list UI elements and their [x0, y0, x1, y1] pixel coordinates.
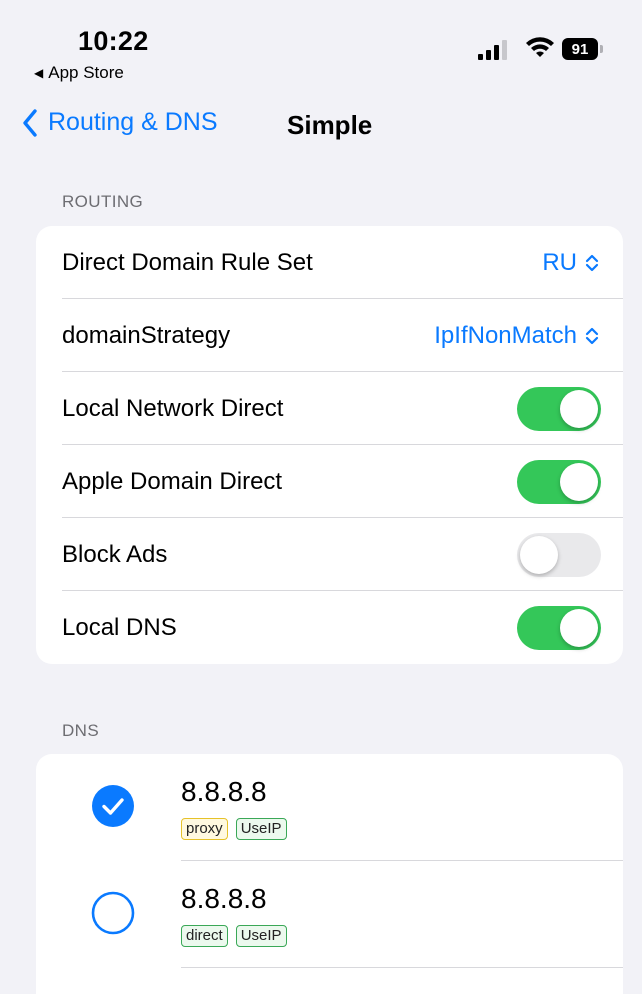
- apple-domain-direct-toggle[interactable]: [517, 460, 601, 504]
- row-label: Local DNS: [62, 613, 177, 641]
- routing-card: Direct Domain Rule Set RU domainStrategy…: [36, 226, 623, 664]
- dns-tags: proxy UseIP: [181, 818, 287, 840]
- page-title: Simple: [287, 110, 373, 140]
- back-button[interactable]: Routing & DNS: [22, 108, 218, 137]
- picker-value: IpIfNonMatch: [434, 321, 577, 349]
- back-to-app-link[interactable]: ◀ App Store: [34, 63, 124, 83]
- direct-domain-rule-set-picker[interactable]: RU: [542, 226, 599, 299]
- row-label: domainStrategy: [62, 321, 231, 349]
- checkmark-circle-filled-icon[interactable]: [91, 784, 135, 828]
- toggle-knob: [560, 390, 598, 428]
- toggle-knob: [520, 536, 558, 574]
- dns-tags: direct UseIP: [181, 925, 287, 947]
- navigation-bar: Routing & DNS Simple: [0, 100, 642, 152]
- dns-address: 8.8.8.8: [181, 776, 267, 807]
- dns-address: 8.8.8.8: [181, 883, 267, 914]
- toggle-knob: [560, 609, 598, 647]
- status-time: 10:22: [78, 26, 149, 56]
- block-ads-toggle[interactable]: [517, 533, 601, 577]
- row-label: Apple Domain Direct: [62, 467, 283, 495]
- dns-server-row[interactable]: 8.8.8.8 proxy UseIP: [36, 754, 623, 861]
- back-triangle-icon: ◀: [34, 66, 44, 80]
- apple-domain-direct-row: Apple Domain Direct: [36, 445, 623, 518]
- chevron-up-down-icon: [585, 327, 599, 344]
- dns-card: 8.8.8.8 proxy UseIP 8.8.8.8 direct UseIP: [36, 754, 623, 994]
- chevron-up-down-icon: [585, 254, 599, 271]
- block-ads-row: Block Ads: [36, 518, 623, 591]
- dns-tag: direct: [181, 925, 228, 947]
- domain-strategy-picker[interactable]: IpIfNonMatch: [434, 299, 599, 372]
- row-divider: [181, 967, 623, 968]
- toggle-knob: [560, 463, 598, 501]
- dns-tag: UseIP: [235, 818, 287, 840]
- dns-section-header: DNS: [62, 721, 100, 740]
- back-button-label: Routing & DNS: [48, 108, 218, 136]
- picker-value: RU: [542, 248, 577, 276]
- chevron-left-icon: [23, 108, 37, 137]
- local-network-direct-row: Local Network Direct: [36, 372, 623, 445]
- battery-icon: 91: [562, 38, 598, 60]
- local-dns-row: Local DNS: [36, 591, 623, 664]
- battery-tip: [600, 45, 603, 53]
- routing-section-header: ROUTING: [62, 192, 144, 211]
- local-dns-toggle[interactable]: [517, 606, 601, 650]
- local-network-direct-toggle[interactable]: [517, 387, 601, 431]
- dns-tag: UseIP: [235, 925, 287, 947]
- cellular-signal-icon: [478, 38, 507, 60]
- direct-domain-rule-set-row[interactable]: Direct Domain Rule Set RU: [36, 226, 623, 299]
- row-label: Block Ads: [62, 540, 168, 568]
- back-app-label: App Store: [48, 63, 124, 82]
- dns-tag: proxy: [181, 818, 228, 840]
- wifi-icon: [526, 37, 554, 57]
- status-bar: 10:22 ◀ App Store 91: [0, 0, 642, 90]
- domain-strategy-row[interactable]: domainStrategy IpIfNonMatch: [36, 299, 623, 372]
- row-label: Direct Domain Rule Set: [62, 248, 313, 276]
- dns-server-row[interactable]: 8.8.8.8 direct UseIP: [36, 861, 623, 968]
- circle-empty-icon[interactable]: [91, 891, 135, 935]
- row-label: Local Network Direct: [62, 394, 284, 422]
